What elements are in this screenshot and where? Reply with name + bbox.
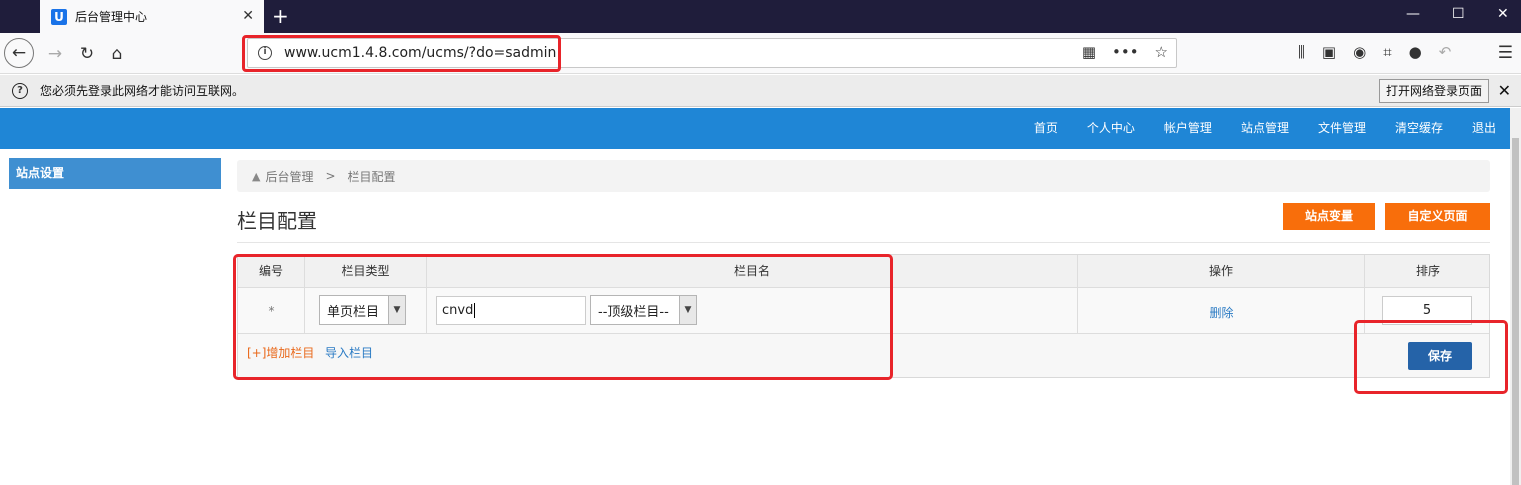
more-actions-icon[interactable]: •••	[1112, 43, 1139, 61]
library-icon[interactable]: ⫼	[1298, 43, 1305, 61]
breadcrumb-home[interactable]: 后台管理	[265, 168, 313, 185]
breadcrumb-current: 栏目配置	[347, 169, 396, 184]
forward-arrow-icon[interactable]: →	[42, 41, 68, 67]
crop-icon[interactable]: ⌗	[1383, 43, 1391, 61]
maximize-icon[interactable]: ☐	[1452, 6, 1465, 22]
breadcrumb-separator: >	[325, 169, 336, 183]
infobar-message: 您必须先登录此网络才能访问互联网。	[40, 84, 245, 98]
tab-title: 后台管理中心	[75, 10, 148, 24]
toolbar-icons: ⫼ ▣ ◉ ⌗ ● ↶	[1298, 43, 1451, 61]
url-annotation-box	[242, 35, 561, 72]
open-login-page-button[interactable]: 打开网络登录页面	[1378, 79, 1489, 103]
account-icon[interactable]: ◉	[1353, 43, 1366, 61]
home-icon: ▲	[252, 169, 261, 183]
bookmark-star-icon[interactable]: ☆	[1155, 43, 1168, 61]
cell-operation: 删除	[1078, 288, 1365, 334]
nav-item-accounts[interactable]: 帐户管理	[1164, 108, 1212, 149]
breadcrumb: ▲ 后台管理 > 栏目配置	[237, 160, 1490, 192]
infobar-close-icon[interactable]: ✕	[1498, 81, 1511, 100]
home-icon[interactable]: ⌂	[104, 41, 130, 67]
minimize-icon[interactable]: —	[1406, 6, 1420, 22]
qrcode-icon[interactable]: ▦	[1082, 43, 1096, 61]
nav-item-clear-cache[interactable]: 清空缓存	[1395, 108, 1443, 149]
reload-icon[interactable]: ↻	[74, 41, 100, 67]
captive-portal-infobar: ? 您必须先登录此网络才能访问互联网。 打开网络登录页面 ✕	[0, 75, 1521, 107]
header-sort: 排序	[1415, 264, 1440, 278]
nav-item-sites[interactable]: 站点管理	[1241, 108, 1289, 149]
hamburger-menu-icon[interactable]: ☰	[1498, 43, 1513, 63]
title-divider	[237, 242, 1490, 243]
chat-icon[interactable]: ●	[1409, 43, 1422, 61]
page-scrollbar[interactable]	[1510, 108, 1521, 485]
new-tab-icon[interactable]: +	[272, 4, 289, 28]
scrollbar-thumb[interactable]	[1512, 138, 1519, 485]
sidebar-toggle-icon[interactable]: ▣	[1322, 43, 1336, 61]
tab-close-icon[interactable]: ✕	[242, 8, 254, 24]
site-top-nav: 首页 个人中心 帐户管理 站点管理 文件管理 清空缓存 退出	[0, 108, 1510, 149]
nav-item-home[interactable]: 首页	[1034, 108, 1058, 149]
browser-navbar: ← → ↻ ⌂ i www.ucm1.4.8.com/ucms/?do=sadm…	[0, 33, 1521, 74]
nav-item-logout[interactable]: 退出	[1472, 108, 1496, 149]
undo-icon[interactable]: ↶	[1439, 43, 1452, 61]
question-icon: ?	[12, 82, 28, 99]
browser-tabstrip: U 后台管理中心 ✕ + — ☐ ✕	[0, 0, 1521, 33]
back-arrow-icon[interactable]: ←	[4, 38, 34, 68]
delete-link[interactable]: 删除	[1078, 304, 1365, 321]
nav-item-files[interactable]: 文件管理	[1318, 108, 1366, 149]
custom-page-button[interactable]: 自定义页面	[1385, 203, 1490, 230]
window-close-icon[interactable]: ✕	[1497, 6, 1509, 22]
nav-item-profile[interactable]: 个人中心	[1087, 108, 1135, 149]
header-operation: 操作	[1078, 255, 1365, 288]
page-title: 栏目配置	[237, 209, 317, 233]
table-annotation-box	[233, 254, 893, 380]
save-annotation-box	[1354, 320, 1508, 394]
browser-tab[interactable]: U 后台管理中心 ✕	[40, 0, 264, 33]
site-variables-button[interactable]: 站点变量	[1283, 203, 1375, 230]
url-actions: ▦ ••• ☆	[1082, 43, 1168, 61]
site-favicon-icon: U	[51, 8, 67, 25]
sidebar-item-site-settings[interactable]: 站点设置	[9, 158, 221, 189]
